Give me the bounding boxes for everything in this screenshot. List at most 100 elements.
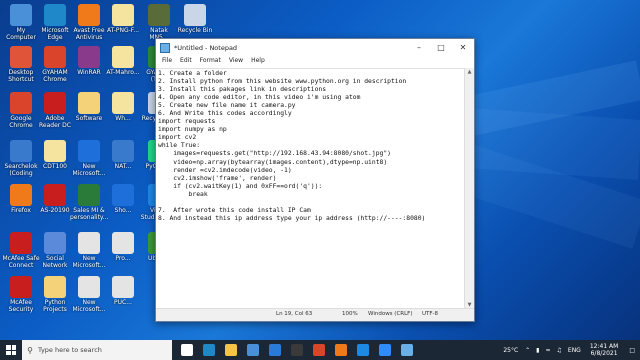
editor-content[interactable]: 1. Create a folder 2. Install python fro… xyxy=(156,69,465,224)
desktop-icon-image xyxy=(44,232,66,254)
desktop-icon-label: Adobe Reader DC xyxy=(39,115,71,129)
desktop-icon[interactable]: Microsoft Edge xyxy=(36,4,74,41)
taskbar-search[interactable]: ⚲ Type here to search xyxy=(22,340,172,360)
desktop-icon-label: NAT... xyxy=(114,163,132,170)
desktop-icon[interactable]: McAfee Security Scan xyxy=(2,276,40,313)
desktop-icon-label: Social Network xyxy=(42,255,68,269)
desktop-icon[interactable]: Wh... xyxy=(104,92,142,122)
desktop-icon[interactable]: New Microsoft... xyxy=(70,276,108,313)
taskbar-app-edge[interactable] xyxy=(198,340,220,360)
desktop-icon[interactable]: Social Network xyxy=(36,232,74,269)
desktop-icon-label: My Computer xyxy=(6,27,36,41)
desktop-icon[interactable]: New Microsoft... xyxy=(70,140,108,177)
file-explorer-icon xyxy=(225,344,237,356)
clock[interactable]: 12:41 AM 6/8/2021 xyxy=(584,343,624,357)
desktop-icon[interactable]: Google Chrome xyxy=(2,92,40,129)
desktop-icon-label: Google Chrome xyxy=(9,115,33,129)
camera-icon xyxy=(291,344,303,356)
language[interactable]: ENG xyxy=(565,347,584,354)
desktop-icon-label: New Microsoft... xyxy=(72,299,106,313)
desktop-icon[interactable]: GYAHAM Chrome xyxy=(36,46,74,83)
menu-format[interactable]: Format xyxy=(196,56,225,67)
search-placeholder: Type here to search xyxy=(38,346,102,354)
desktop-icon-image xyxy=(112,232,134,254)
taskbar-app-mail[interactable] xyxy=(264,340,286,360)
desktop-icon[interactable]: Sho... xyxy=(104,184,142,214)
vertical-scrollbar[interactable]: ▲ ▼ xyxy=(464,68,474,309)
desktop-icon-label: Sales MI & personality... xyxy=(70,207,108,221)
taskbar-app-firefox[interactable] xyxy=(330,340,352,360)
menu-help[interactable]: Help xyxy=(247,56,269,67)
menu-view[interactable]: View xyxy=(225,56,247,67)
desktop-icon[interactable]: Natak MN5... xyxy=(140,4,178,41)
taskbar-app-camera[interactable] xyxy=(286,340,308,360)
desktop-icon[interactable]: Recycle Bin xyxy=(176,4,214,34)
wifi-icon[interactable]: ≈ xyxy=(542,347,553,354)
desktop-icon-label: PUC... xyxy=(114,299,132,306)
title-bar[interactable]: *Untitled - Notepad – □ ✕ xyxy=(156,39,474,56)
taskbar-app-store[interactable] xyxy=(242,340,264,360)
desktop-icon-image xyxy=(44,276,66,298)
search-icon: ⚲ xyxy=(27,345,33,355)
weather[interactable]: 25°C xyxy=(499,347,522,354)
taskbar-app-vscode[interactable] xyxy=(352,340,374,360)
task-view-icon xyxy=(181,344,193,356)
desktop-icon[interactable]: Desktop Shortcut xyxy=(2,46,40,83)
volume-icon[interactable]: ♫ xyxy=(554,347,565,354)
desktop-icon-label: Wh... xyxy=(115,115,131,122)
chevron-up-icon[interactable]: ⌃ xyxy=(522,347,533,354)
desktop-icon[interactable]: New Microsoft... xyxy=(70,232,108,269)
menu-file[interactable]: File xyxy=(158,56,176,67)
desktop-icon[interactable]: Sales MI & personality... xyxy=(70,184,108,221)
pinned-apps xyxy=(176,340,418,360)
notepad-window[interactable]: *Untitled - Notepad – □ ✕ File Edit Form… xyxy=(155,38,475,322)
taskbar-app-task-view[interactable] xyxy=(176,340,198,360)
taskbar-app-chrome[interactable] xyxy=(308,340,330,360)
maximize-button[interactable]: □ xyxy=(430,39,452,56)
desktop-icon-image xyxy=(44,46,66,68)
menu-bar: File Edit Format View Help xyxy=(156,56,474,67)
minimize-button[interactable]: – xyxy=(408,39,430,56)
desktop-icon-image xyxy=(184,4,206,26)
notepad-icon xyxy=(401,344,413,356)
desktop-icon[interactable]: McAfee Safe Connect xyxy=(2,232,40,269)
taskbar-app-notepad[interactable] xyxy=(396,340,418,360)
taskbar: ⚲ Type here to search 25°C ⌃ ▮ ≈ ♫ ENG 1… xyxy=(0,340,640,360)
text-editor[interactable]: 1. Create a folder 2. Install python fro… xyxy=(156,68,465,309)
desktop-icon[interactable]: NAT... xyxy=(104,140,142,170)
desktop-icon-label: AS-20190 xyxy=(40,207,70,214)
desktop-icon-label: CDT100 xyxy=(43,163,67,170)
encoding: UTF-8 xyxy=(422,311,439,317)
close-button[interactable]: ✕ xyxy=(452,39,474,56)
desktop-icon[interactable]: Firefox xyxy=(2,184,40,214)
desktop-icon-image xyxy=(112,46,134,68)
desktop-icon[interactable]: AS-20190 xyxy=(36,184,74,214)
desktop-icon-image xyxy=(78,140,100,162)
desktop-icon[interactable]: Adobe Reader DC xyxy=(36,92,74,129)
start-button[interactable] xyxy=(0,340,22,360)
desktop-icon[interactable]: Searchelok (Coding Wi... xyxy=(2,140,40,177)
desktop-icon-label: Software xyxy=(75,115,103,122)
battery-icon[interactable]: ▮ xyxy=(533,347,542,354)
desktop-icon[interactable]: Software xyxy=(70,92,108,122)
desktop-icon[interactable]: WinRAR xyxy=(70,46,108,76)
desktop-icon[interactable]: Pro... xyxy=(104,232,142,262)
desktop-icon-image xyxy=(44,4,66,26)
desktop-icon[interactable]: AT-Mahro... xyxy=(104,46,142,76)
taskbar-app-file-explorer[interactable] xyxy=(220,340,242,360)
desktop-icon[interactable]: Python Projects xyxy=(36,276,74,313)
desktop-icon[interactable]: Avast Free Antivirus xyxy=(70,4,108,41)
notifications-icon[interactable]: □ xyxy=(624,347,640,354)
desktop-icon-image xyxy=(78,184,100,206)
scroll-up-icon[interactable]: ▲ xyxy=(465,68,474,76)
desktop-icon[interactable]: AT-PNG-F... xyxy=(104,4,142,34)
desktop-icon-image xyxy=(44,140,66,162)
menu-edit[interactable]: Edit xyxy=(176,56,196,67)
desktop-icon[interactable]: My Computer xyxy=(2,4,40,41)
taskbar-app-zoom[interactable] xyxy=(374,340,396,360)
desktop-icon[interactable]: PUC... xyxy=(104,276,142,306)
desktop-icon[interactable]: CDT100 xyxy=(36,140,74,170)
edge-icon xyxy=(203,344,215,356)
desktop-icon-image xyxy=(44,92,66,114)
desktop-icon-image xyxy=(112,140,134,162)
